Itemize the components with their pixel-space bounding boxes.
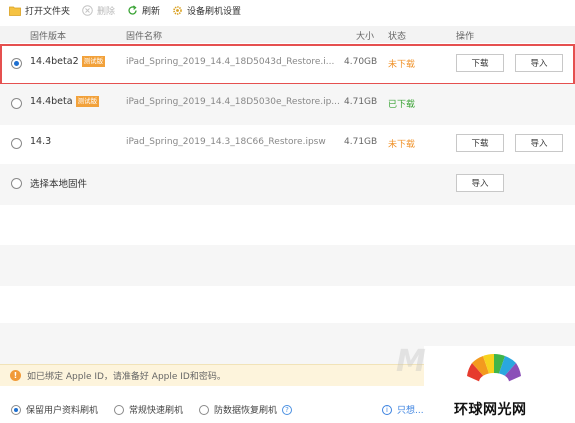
info-icon: i [382,404,392,415]
toolbar: 打开文件夹 删除 刷新 设备刷机设置 [0,0,575,21]
empty-row [0,205,575,246]
import-local-button[interactable]: 导入 [456,174,504,192]
row-radio[interactable] [11,138,22,149]
option-quick-flash[interactable]: 常规快速刷机 [114,403,183,416]
device-settings-button[interactable]: 设备刷机设置 [171,4,241,17]
version-text: 14.4beta [30,96,73,107]
firmware-name: iPad_Spring_2019_14.4_18D5030e_Restore.i… [126,97,340,107]
delete-icon [81,5,93,17]
info-link-text: 只想... [397,406,424,416]
col-action: 操作 [456,32,475,42]
open-folder-button[interactable]: 打开文件夹 [9,4,70,17]
delete-label: 删除 [97,7,116,17]
refresh-button[interactable]: 刷新 [126,4,160,17]
option-radio[interactable] [199,404,209,415]
status-text: 未下载 [388,140,416,150]
warning-icon: ! [10,370,21,381]
device-settings-label: 设备刷机设置 [187,7,242,17]
status-text: 已下载 [388,100,416,110]
option-radio[interactable] [114,404,124,415]
firmware-size: 4.71GB [344,137,378,147]
import-button[interactable]: 导入 [515,134,563,152]
firmware-name: iPad_Spring_2019_14.3_18C66_Restore.ipsw [126,137,326,147]
table-row[interactable]: 14.3 iPad_Spring_2019_14.3_18C66_Restore… [0,124,575,165]
empty-row [0,285,575,326]
watermark-text: 环球网光网 [454,402,527,418]
option-keep-data[interactable]: 保留用户资料刷机 [11,403,98,416]
refresh-icon [126,5,138,17]
status-text: 未下载 [388,60,416,70]
download-button[interactable]: 下载 [456,54,504,72]
version-cell: 14.4beta 测试版 [30,96,100,107]
download-button[interactable]: 下载 [456,134,504,152]
info-link[interactable]: i 只想... [382,403,424,416]
local-firmware-row[interactable]: 选择本地固件 导入 [0,164,575,205]
col-status: 状态 [388,32,407,42]
col-size: 大小 [356,32,375,42]
firmware-size: 4.70GB [344,57,378,67]
watermark-logo-icon [467,353,521,391]
option-label: 防数据恢复刷机 [214,406,278,416]
help-icon[interactable]: ? [282,404,293,415]
open-folder-label: 打开文件夹 [25,7,71,17]
version-text: 14.3 [30,136,52,147]
delete-button[interactable]: 删除 [81,4,115,17]
watermark-letter: M [396,344,426,379]
refresh-label: 刷新 [142,7,161,17]
option-label: 常规快速刷机 [129,406,184,416]
row-radio[interactable] [11,58,22,69]
option-label: 保留用户资料刷机 [26,406,99,416]
version-cell: 14.3 [30,136,51,147]
beta-badge: 测试版 [75,96,100,107]
version-cell: 14.4beta2 测试版 [30,56,106,67]
import-button[interactable]: 导入 [515,54,563,72]
firmware-size: 4.71GB [344,97,378,107]
empty-row [0,245,575,286]
col-name: 固件名称 [126,32,163,42]
table-row[interactable]: 14.4beta2 测试版 iPad_Spring_2019_14.4_18D5… [0,44,575,85]
firmware-name: iPad_Spring_2019_14.4_18D5043d_Restore.i… [126,57,335,67]
gear-icon [171,5,183,17]
notice-text: 如已绑定 Apple ID，请准备好 Apple ID和密码。 [27,372,226,382]
table-row[interactable]: 14.4beta 测试版 iPad_Spring_2019_14.4_18D50… [0,84,575,125]
col-version: 固件版本 [30,32,67,42]
table-header: 固件版本 固件名称 大小 状态 操作 [0,26,575,43]
row-radio[interactable] [11,98,22,109]
option-anti-recovery[interactable]: 防数据恢复刷机 ? [199,403,293,416]
folder-icon [9,5,21,17]
version-text: 14.4beta2 [30,56,79,67]
local-firmware-radio[interactable] [11,178,22,189]
local-firmware-label: 选择本地固件 [30,179,88,190]
beta-badge: 测试版 [81,56,106,67]
option-radio[interactable] [11,404,21,415]
